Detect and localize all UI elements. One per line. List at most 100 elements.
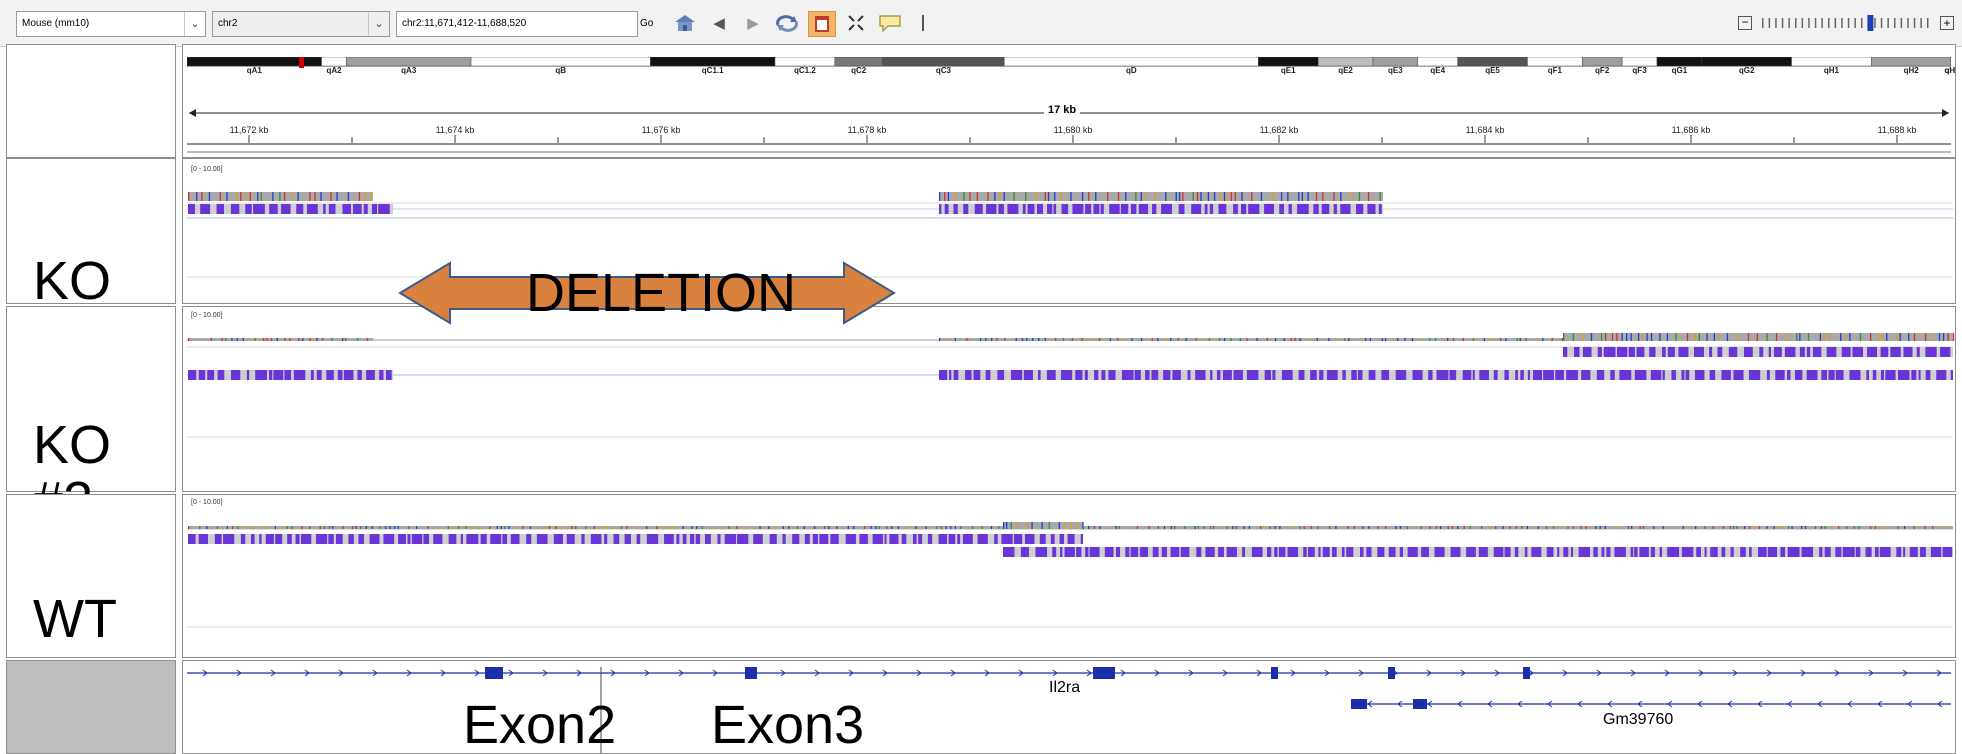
mismatch-mark xyxy=(1274,526,1276,529)
gene-features[interactable] xyxy=(183,661,1955,753)
go-button[interactable]: Go xyxy=(640,13,653,35)
mismatch-mark xyxy=(1552,526,1555,529)
resize-icon[interactable] xyxy=(843,13,869,35)
band-label: qA2 xyxy=(326,66,342,75)
mismatch-mark xyxy=(1274,338,1277,341)
read-block xyxy=(1342,370,1346,380)
mismatch-mark xyxy=(1695,526,1697,529)
toolbar: Mouse (mm10) ⌄ chr2 ⌄ chr2:11,671,412-11… xyxy=(0,0,1962,47)
read-block xyxy=(1880,370,1884,380)
mismatch-mark xyxy=(266,338,268,341)
zoom-slider[interactable] xyxy=(1758,14,1938,32)
forward-arrow-icon[interactable]: ▶ xyxy=(740,13,766,35)
chromosome-dropdown[interactable]: chr2 ⌄ xyxy=(212,11,390,37)
mismatch-mark xyxy=(1488,338,1490,341)
read-block xyxy=(1685,370,1690,380)
read-block xyxy=(1597,347,1602,357)
mismatch-mark xyxy=(947,192,950,201)
read-block xyxy=(1217,370,1221,380)
read-block xyxy=(1170,547,1180,557)
chevron-down-icon[interactable]: ⌄ xyxy=(184,12,205,36)
mismatch-mark xyxy=(1054,192,1056,201)
roi-icon[interactable] xyxy=(808,11,836,37)
home-icon[interactable] xyxy=(672,13,698,35)
mismatch-mark xyxy=(262,338,265,341)
track-name-panel-wt: WT xyxy=(6,494,176,658)
read-block xyxy=(1903,347,1913,357)
read-block xyxy=(315,534,328,544)
read-block xyxy=(326,370,334,380)
mismatch-mark xyxy=(1563,333,1565,341)
read-block xyxy=(1196,547,1202,557)
locus-input[interactable]: chr2:11,671,412-11,688,520 xyxy=(396,11,638,37)
zoom-in-icon[interactable]: + xyxy=(1940,16,1954,30)
mismatch-mark xyxy=(199,338,201,341)
genome-dropdown[interactable]: Mouse (mm10) ⌄ xyxy=(16,11,206,37)
zoom-tick xyxy=(1913,18,1916,28)
mismatch-mark xyxy=(437,526,439,529)
mismatch-mark xyxy=(1226,192,1229,201)
read-block xyxy=(188,204,195,214)
read-block xyxy=(1047,204,1053,214)
back-arrow-icon[interactable]: ◀ xyxy=(706,13,732,35)
read-block xyxy=(1662,370,1665,380)
mismatch-mark xyxy=(1773,526,1775,529)
read-block xyxy=(1367,204,1376,214)
read-block xyxy=(1248,204,1260,214)
read-block xyxy=(1084,370,1088,380)
read-block xyxy=(230,204,240,214)
read-block xyxy=(1061,370,1073,380)
refresh-icon[interactable] xyxy=(774,13,800,35)
track-data-wt[interactable]: [0 - 10.00] xyxy=(182,494,1956,658)
zoom-out-icon[interactable]: − xyxy=(1738,16,1752,30)
mismatch-mark xyxy=(534,526,536,529)
alignment-track[interactable] xyxy=(183,495,1955,657)
mismatch-mark xyxy=(991,338,993,341)
mismatch-mark xyxy=(1351,338,1353,341)
read-block xyxy=(245,204,252,214)
read-block xyxy=(1059,534,1065,544)
mismatch-mark xyxy=(237,526,239,529)
read-block xyxy=(872,534,884,544)
gene-label-il2ra: Il2ra xyxy=(1049,679,1081,696)
read-block xyxy=(912,534,917,544)
read-block xyxy=(1109,204,1120,214)
tick-label: 11,682 kb xyxy=(1259,125,1299,135)
mismatch-mark xyxy=(1344,338,1346,341)
alignment-track[interactable] xyxy=(183,307,1955,491)
chevron-down-icon[interactable]: ⌄ xyxy=(368,12,389,36)
read-block xyxy=(1885,370,1896,380)
mismatch-mark xyxy=(1938,333,1941,341)
read-block xyxy=(1520,370,1524,380)
read-block xyxy=(1835,547,1842,557)
mismatch-mark xyxy=(1650,333,1653,341)
zoom-tick xyxy=(1801,18,1804,28)
gene-track[interactable]: Il2ra Gm39760 Exon2 Exon3 xyxy=(182,660,1956,754)
mismatch-mark xyxy=(1627,526,1630,529)
mismatch-mark xyxy=(1896,333,1898,341)
mismatch-mark xyxy=(504,526,506,529)
read-block xyxy=(343,370,354,380)
ruler-line-icon[interactable] xyxy=(922,15,924,31)
band-label: qF1 xyxy=(1547,66,1562,75)
mismatch-mark xyxy=(1717,333,1720,341)
read-block xyxy=(188,370,197,380)
mismatch-mark xyxy=(1572,526,1575,529)
mismatch-mark xyxy=(1266,338,1268,341)
popup-text-icon[interactable] xyxy=(877,13,903,35)
read-block xyxy=(287,534,292,544)
mismatch-mark xyxy=(1192,192,1194,201)
mismatch-mark xyxy=(196,192,198,201)
mismatch-mark xyxy=(371,526,373,529)
track-data-ko2[interactable]: [0 - 10.00] xyxy=(182,306,1956,492)
mismatch-mark xyxy=(954,338,956,341)
read-block xyxy=(1152,547,1159,557)
read-block xyxy=(1582,347,1592,357)
read-block xyxy=(1180,547,1190,557)
mismatch-mark xyxy=(1088,526,1090,529)
mismatch-mark xyxy=(1369,338,1372,341)
mismatch-mark xyxy=(452,526,455,529)
read-block xyxy=(1614,547,1626,557)
exon3-label: Exon3 xyxy=(711,695,865,754)
mismatch-mark xyxy=(1272,192,1274,201)
